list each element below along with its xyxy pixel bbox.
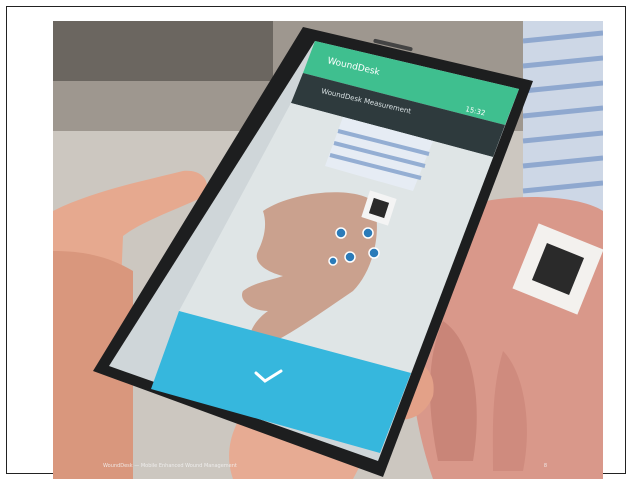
scene: WoundDesk WoundDesk Measurement 15:32	[53, 21, 603, 479]
photo: WoundDesk WoundDesk Measurement 15:32 Wo…	[53, 21, 603, 479]
page-number: 8	[543, 463, 547, 469]
image-frame: WoundDesk WoundDesk Measurement 15:32 Wo…	[6, 6, 626, 479]
caption: WoundDesk — Mobile Enhanced Wound Manage…	[103, 463, 237, 469]
